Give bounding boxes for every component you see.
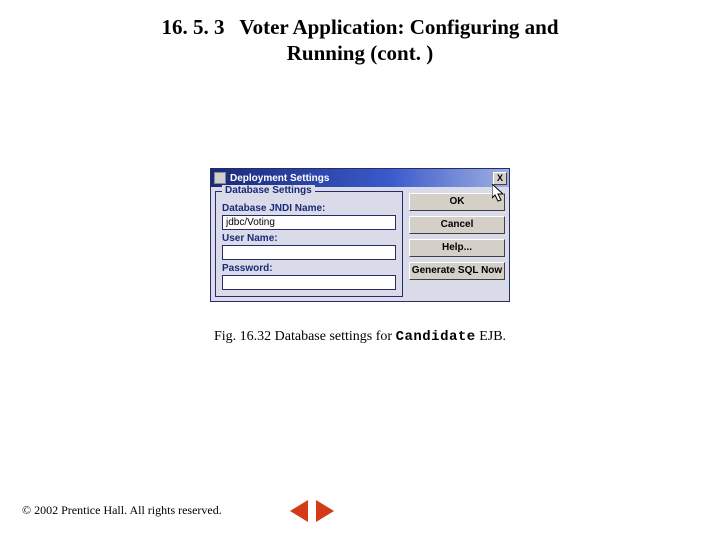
copyright-footer: © 2002 Prentice Hall. All rights reserve… <box>22 503 222 518</box>
deployment-settings-dialog: Deployment Settings X Database Settings … <box>210 168 510 302</box>
copyright-symbol: © <box>22 503 31 517</box>
window-icon <box>214 172 226 184</box>
caption-suffix: EJB. <box>476 329 506 344</box>
help-button[interactable]: Help... <box>409 239 505 257</box>
dialog-button-column: OK Cancel Help... Generate SQL Now <box>409 191 505 297</box>
slide-heading: 16. 5. 3 Voter Application: Configuring … <box>0 0 720 67</box>
prev-arrow-icon[interactable] <box>290 500 308 522</box>
password-input[interactable] <box>222 275 396 290</box>
generate-sql-button[interactable]: Generate SQL Now <box>409 262 505 280</box>
section-number: 16. 5. 3 <box>161 15 224 39</box>
jndi-label: Database JNDI Name: <box>222 203 396 214</box>
cancel-button[interactable]: Cancel <box>409 216 505 234</box>
ok-button[interactable]: OK <box>409 193 505 211</box>
jndi-input[interactable] <box>222 215 396 230</box>
close-button[interactable]: X <box>493 172 507 185</box>
username-label: User Name: <box>222 233 396 244</box>
password-label: Password: <box>222 263 396 274</box>
database-settings-group: Database Settings Database JNDI Name: Us… <box>215 191 403 297</box>
next-arrow-icon[interactable] <box>316 500 334 522</box>
dialog-title: Deployment Settings <box>230 173 493 184</box>
copyright-text: 2002 Prentice Hall. All rights reserved. <box>31 503 222 517</box>
group-legend: Database Settings <box>222 185 315 196</box>
dialog-body: Database Settings Database JNDI Name: Us… <box>211 187 509 301</box>
caption-prefix: Fig. 16.32 Database settings for <box>214 329 396 344</box>
username-input[interactable] <box>222 245 396 260</box>
title-line-1: Voter Application: Configuring and <box>239 15 558 39</box>
caption-code: Candidate <box>396 329 476 345</box>
nav-arrows <box>290 500 334 522</box>
title-line-2: Running (cont. ) <box>287 41 433 65</box>
figure-caption: Fig. 16.32 Database settings for Candida… <box>0 329 720 345</box>
